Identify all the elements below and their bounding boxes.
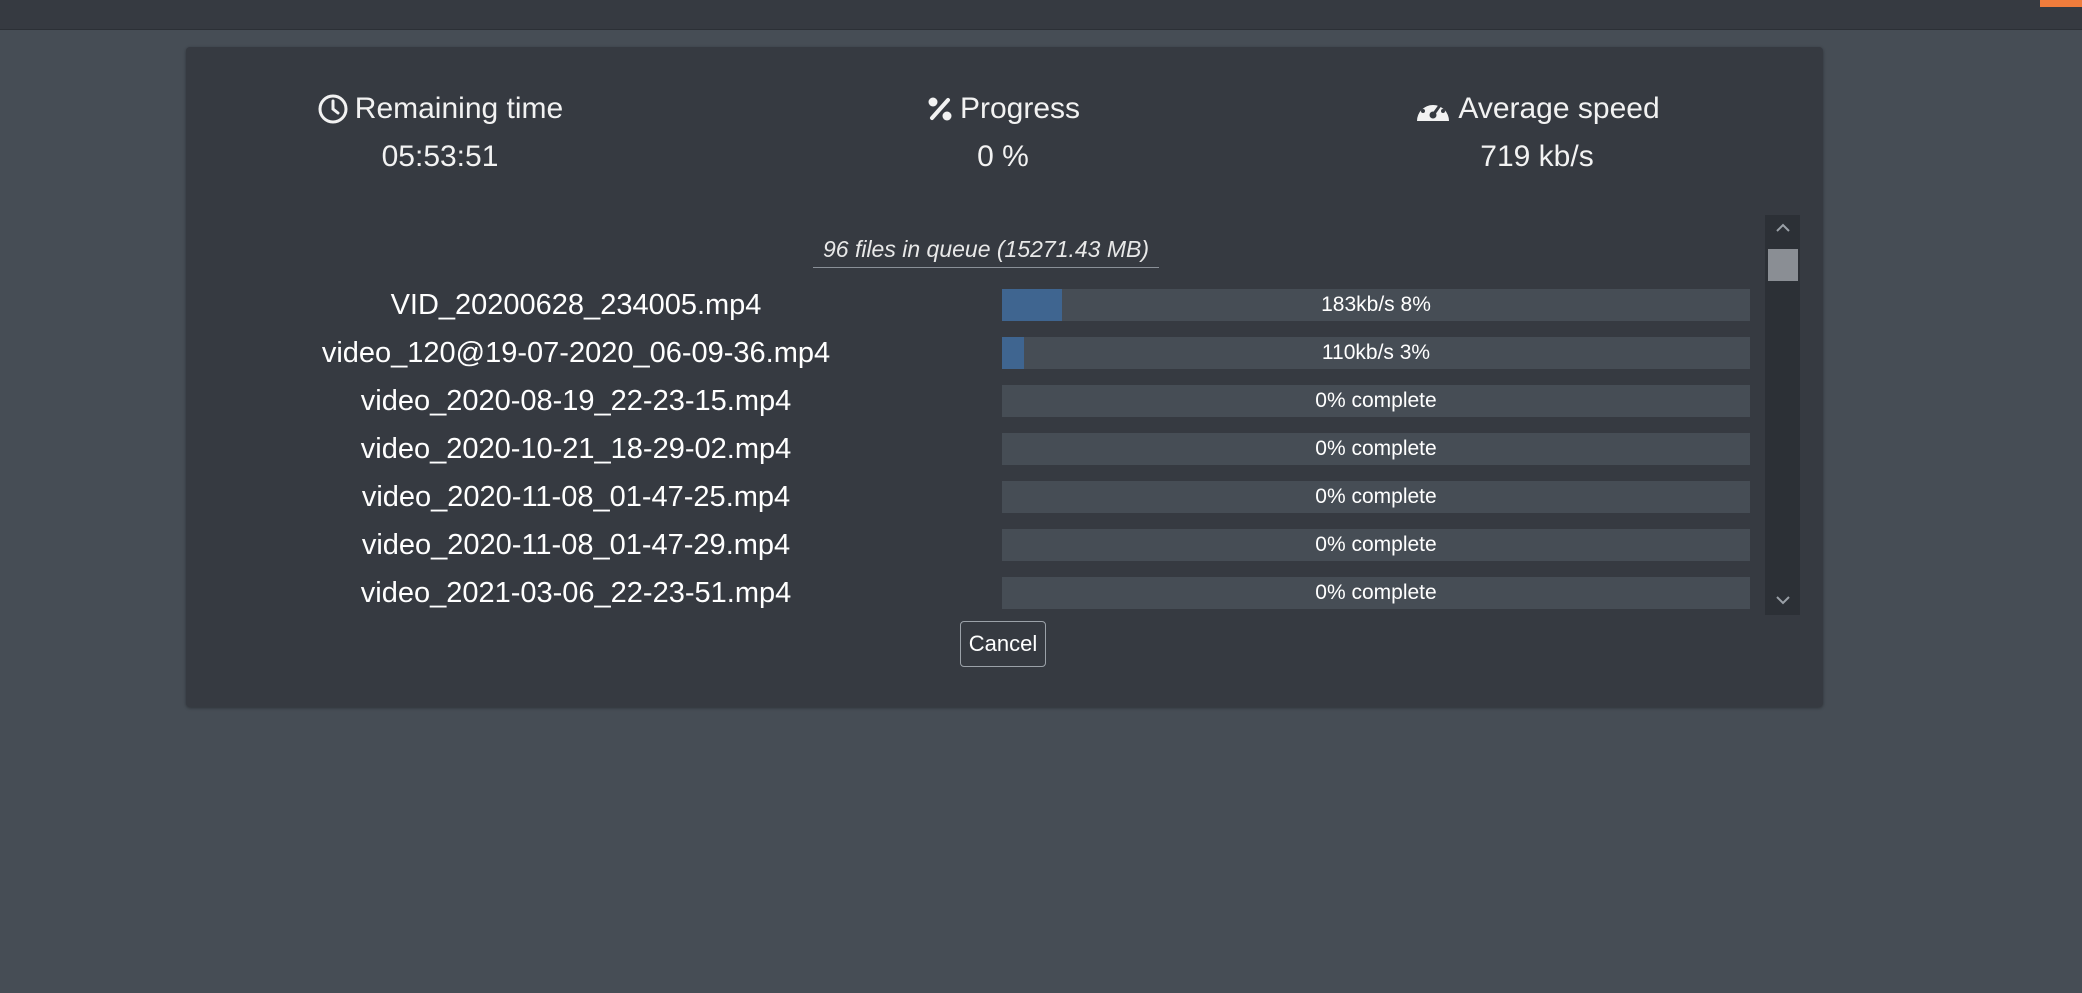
file-progress-bar: 0% complete (1002, 433, 1750, 465)
progress-status: 0% complete (1315, 485, 1437, 508)
file-row: video_2020-11-08_01-47-25.mp4 0% complet… (186, 473, 1766, 521)
file-name: VID_20200628_234005.mp4 (390, 289, 762, 321)
remaining-time-stat: Remaining time 05:53:51 (230, 89, 650, 177)
chevron-down-icon (1775, 592, 1791, 610)
top-bar (0, 0, 2082, 30)
file-name: video_2020-10-21_18-29-02.mp4 (360, 433, 792, 465)
file-name: video_120@19-07-2020_06-09-36.mp4 (321, 337, 831, 369)
file-name: video_2020-11-08_01-47-25.mp4 (361, 481, 791, 513)
file-row: video_2021-03-06_22-23-51.mp4 0% complet… (186, 569, 1766, 617)
file-row: VID_20200628_234005.mp4 183kb/s 8% (186, 281, 1766, 329)
file-row: video_2020-08-19_22-23-15.mp4 0% complet… (186, 377, 1766, 425)
percent-icon (926, 95, 954, 123)
cancel-button[interactable]: Cancel (960, 621, 1046, 667)
file-progress-bar: 0% complete (1002, 385, 1750, 417)
progress-status: 0% complete (1315, 533, 1437, 556)
progress-value: 0 % (977, 140, 1029, 173)
progress-status: 0% complete (1315, 581, 1437, 604)
file-row: video_120@19-07-2020_06-09-36.mp4 110kb/… (186, 329, 1766, 377)
clock-icon (317, 93, 349, 125)
file-progress-bar: 0% complete (1002, 529, 1750, 561)
chevron-up-icon (1775, 220, 1791, 238)
upload-progress-panel: Remaining time 05:53:51 Progress 0 % Ave… (186, 47, 1823, 707)
progress-label: Progress (959, 92, 1081, 125)
file-progress-bar: 110kb/s 3% (1002, 337, 1750, 369)
file-progress-bar: 0% complete (1002, 481, 1750, 513)
file-name: video_2021-03-06_22-23-51.mp4 (360, 577, 792, 609)
progress-status: 0% complete (1315, 389, 1437, 412)
file-name: video_2020-11-08_01-47-29.mp4 (361, 529, 791, 561)
file-progress-bar: 0% complete (1002, 577, 1750, 609)
queue-summary: 96 files in queue (15271.43 MB) (813, 231, 1159, 268)
progress-status: 0% complete (1315, 437, 1437, 460)
file-row: video_2020-10-21_18-29-02.mp4 0% complet… (186, 425, 1766, 473)
scroll-up-button[interactable] (1765, 215, 1800, 243)
average-speed-value: 719 kb/s (1480, 140, 1594, 173)
average-speed-stat: Average speed 719 kb/s (1327, 89, 1747, 177)
remaining-time-value: 05:53:51 (381, 140, 499, 173)
file-name: video_2020-08-19_22-23-15.mp4 (360, 385, 792, 417)
queue-scrollbar[interactable] (1765, 215, 1800, 615)
file-progress-bar: 183kb/s 8% (1002, 289, 1750, 321)
progress-stat: Progress 0 % (793, 89, 1213, 177)
accent-tab[interactable] (2040, 0, 2082, 7)
file-row: video_2020-11-08_01-47-29.mp4 0% complet… (186, 521, 1766, 569)
speedometer-icon (1414, 94, 1452, 124)
progress-status: 110kb/s 3% (1321, 341, 1431, 364)
scroll-thumb[interactable] (1768, 249, 1798, 281)
average-speed-label: Average speed (1458, 92, 1660, 125)
progress-status: 183kb/s 8% (1321, 293, 1431, 316)
scroll-down-button[interactable] (1765, 587, 1800, 615)
file-queue-list: VID_20200628_234005.mp4 183kb/s 8% video… (186, 281, 1766, 617)
remaining-time-label: Remaining time (354, 92, 564, 125)
